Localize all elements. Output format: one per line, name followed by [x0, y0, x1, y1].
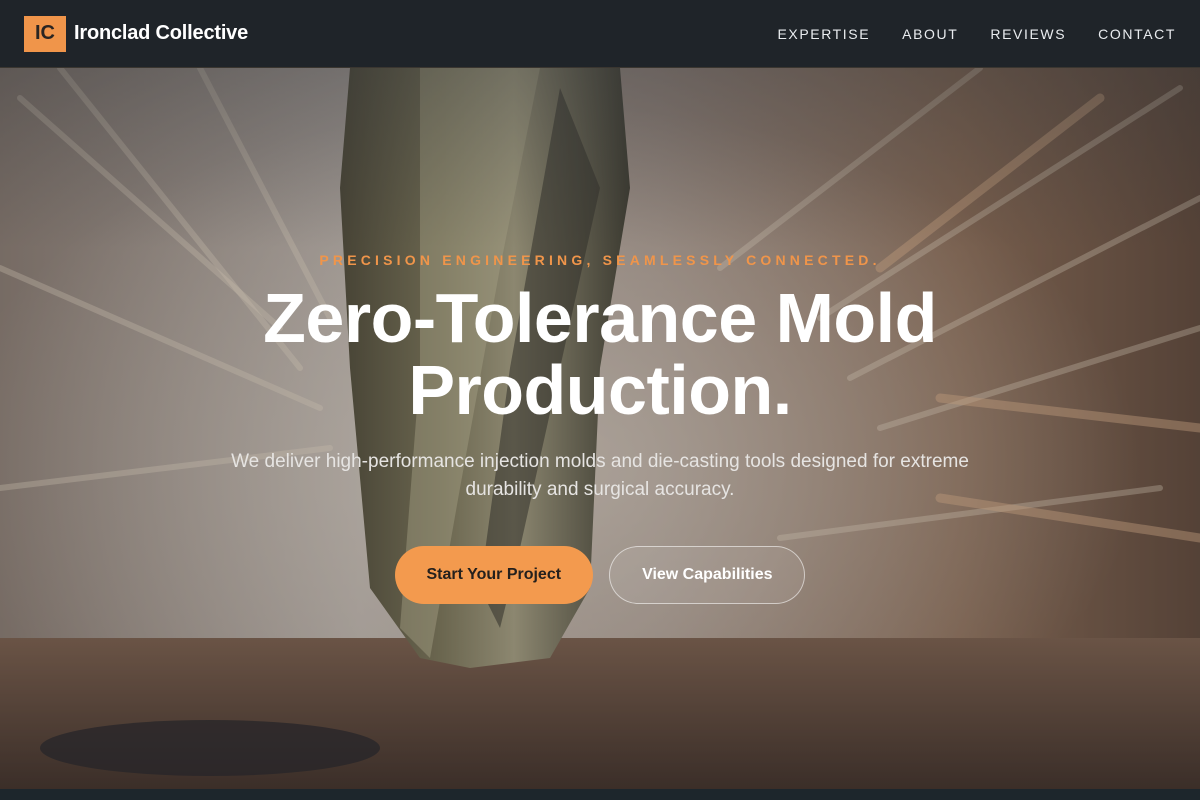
nav-menu: EXPERTISE ABOUT REVIEWS CONTACT: [777, 26, 1176, 42]
brand-name: Ironclad Collective: [74, 22, 249, 44]
nav-link-contact[interactable]: CONTACT: [1098, 26, 1176, 42]
nav-link-expertise[interactable]: EXPERTISE: [777, 26, 870, 42]
nav-link-about[interactable]: ABOUT: [902, 26, 958, 42]
hero-subtext: We deliver high-performance injection mo…: [231, 451, 969, 500]
hero-content: PRECISION ENGINEERING, SEAMLESSLY CONNEC…: [0, 68, 1200, 789]
nav-link-reviews[interactable]: REVIEWS: [990, 26, 1066, 42]
view-capabilities-button[interactable]: View Capabilities: [609, 546, 806, 604]
hero-headline: Zero-Tolerance Mold Production.: [263, 279, 937, 429]
top-navbar: IC Ironclad Collective EXPERTISE ABOUT R…: [0, 0, 1200, 68]
brand-logo[interactable]: IC Ironclad Collective: [24, 15, 249, 52]
cta-row: Start Your Project View Capabilities: [394, 546, 806, 604]
start-project-button[interactable]: Start Your Project: [394, 546, 594, 604]
hero-section: PRECISION ENGINEERING, SEAMLESSLY CONNEC…: [0, 68, 1200, 789]
logo-mark: IC: [24, 15, 66, 52]
hero-eyebrow: PRECISION ENGINEERING, SEAMLESSLY CONNEC…: [319, 252, 881, 268]
next-section-edge: [0, 789, 1200, 800]
